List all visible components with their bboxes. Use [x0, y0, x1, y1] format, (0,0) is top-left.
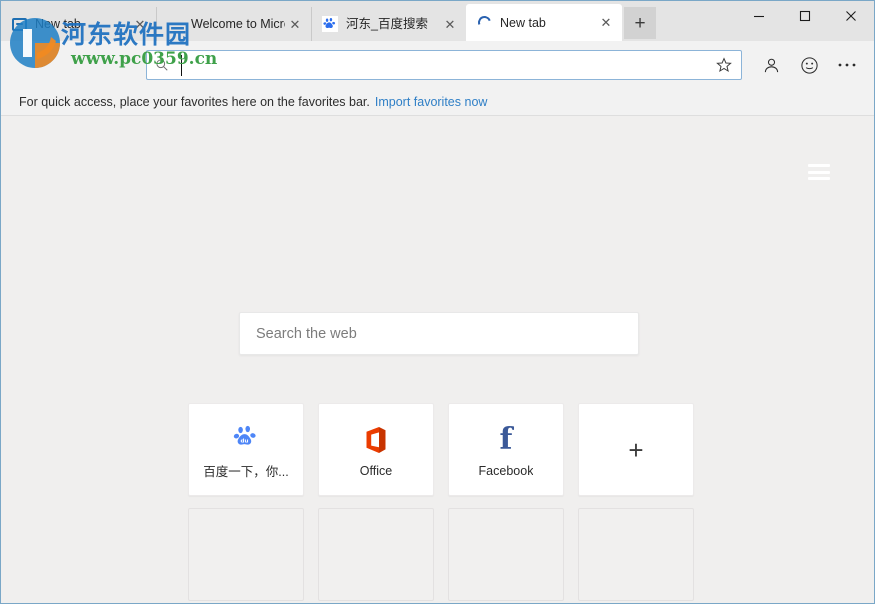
favorites-bar-message: For quick access, place your favorites h… [19, 95, 370, 109]
tile-label: 百度一下，你... [203, 461, 288, 480]
tab-strip: New tab ✕ Welcome to Micro ✕ [1, 1, 874, 41]
tile-empty-4[interactable] [578, 508, 694, 601]
star-icon[interactable] [713, 57, 735, 73]
browser-toolbar [1, 41, 874, 89]
smiley-icon[interactable] [790, 46, 828, 84]
ellipsis-icon[interactable] [828, 46, 866, 84]
tab-title: New tab [500, 15, 596, 31]
maximize-button[interactable] [782, 1, 828, 31]
browser-window: New tab ✕ Welcome to Micro ✕ [0, 0, 875, 604]
minimize-button[interactable] [736, 1, 782, 31]
window-controls [736, 1, 874, 41]
page-icon [167, 16, 183, 32]
address-input[interactable] [175, 52, 713, 78]
tile-baidu[interactable]: du 百度一下，你... [188, 403, 304, 496]
search-input[interactable] [256, 326, 622, 342]
baidu-icon [322, 16, 338, 32]
text-cursor [181, 55, 182, 76]
facebook-icon: f [500, 422, 513, 458]
tab-new-tab-active[interactable]: New tab ✕ [466, 4, 622, 41]
tab-close-button[interactable]: ✕ [596, 13, 616, 33]
tile-add-site[interactable]: + [578, 403, 694, 496]
tile-office[interactable]: Office [318, 403, 434, 496]
tile-label: Facebook [479, 464, 534, 478]
office-icon [363, 422, 389, 458]
tile-empty-1[interactable] [188, 508, 304, 601]
tab-close-button[interactable]: ✕ [440, 14, 460, 34]
tile-empty-3[interactable] [448, 508, 564, 601]
close-button[interactable] [828, 1, 874, 31]
tab-new-tab-1[interactable]: New tab ✕ [1, 7, 156, 41]
tile-empty-2[interactable] [318, 508, 434, 601]
tab-close-button[interactable]: ✕ [285, 14, 305, 34]
tile-row-1: du 百度一下，你... Office [188, 403, 694, 496]
new-tab-button[interactable]: + [624, 7, 656, 39]
tile-label: Office [360, 464, 392, 478]
loading-spinner-icon [476, 15, 492, 31]
tile-row-2 [188, 508, 694, 601]
new-tab-page: du 百度一下，你... Office [1, 116, 874, 604]
tile-facebook[interactable]: f Facebook [448, 403, 564, 496]
search-icon [155, 58, 175, 72]
favorites-bar: For quick access, place your favorites h… [1, 89, 874, 116]
tab-close-button[interactable]: ✕ [130, 14, 150, 34]
import-favorites-link[interactable]: Import favorites now [375, 95, 488, 109]
newtab-icon [11, 16, 27, 32]
search-box[interactable] [239, 312, 639, 355]
plus-icon: + [628, 437, 643, 463]
tab-title: Welcome to Micro [191, 16, 285, 32]
tab-title: 河东_百度搜索 [346, 16, 440, 32]
tab-list: New tab ✕ Welcome to Micro ✕ [1, 1, 656, 41]
tab-baidu-search[interactable]: 河东_百度搜索 ✕ [311, 7, 466, 41]
address-bar[interactable] [146, 50, 742, 80]
baidu-paw-icon: du [233, 419, 259, 455]
hamburger-icon[interactable] [808, 164, 830, 180]
tile-grid: du 百度一下，你... Office [188, 403, 694, 601]
tab-welcome-to-microsoft-edge[interactable]: Welcome to Micro ✕ [156, 7, 311, 41]
tab-title: New tab [35, 16, 130, 32]
profile-button[interactable] [752, 46, 790, 84]
svg-text:du: du [240, 438, 248, 444]
